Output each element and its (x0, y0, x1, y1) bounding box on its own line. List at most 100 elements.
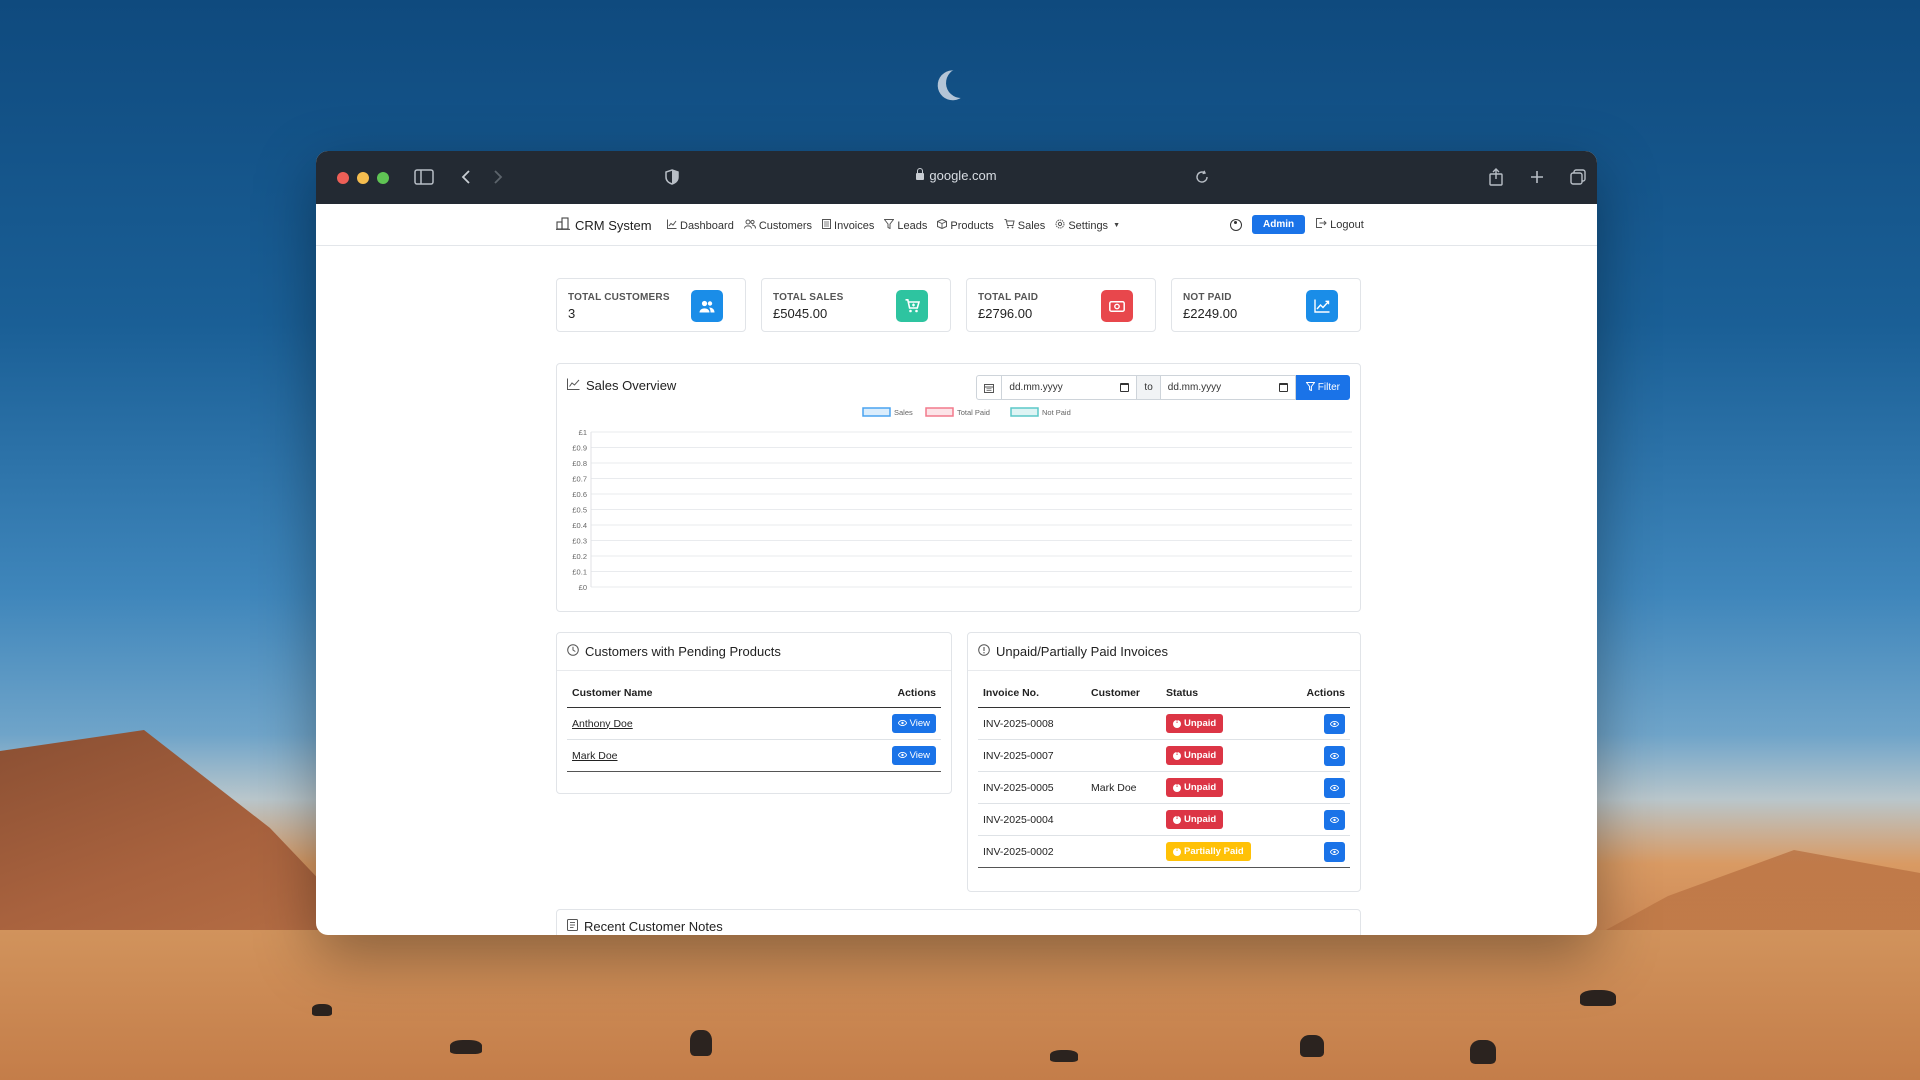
new-tab-icon[interactable] (1525, 165, 1549, 189)
admin-badge[interactable]: Admin (1252, 215, 1306, 234)
actions-cell (1285, 771, 1350, 804)
nav-item-dashboard[interactable]: Dashboard (667, 219, 734, 232)
brand[interactable]: CRM System (556, 217, 652, 233)
table-row: INV-2025-0007 Unpaid (978, 739, 1350, 772)
to-label: to (1137, 375, 1161, 400)
box-icon (937, 218, 948, 232)
invoice-status-cell: Unpaid (1161, 771, 1286, 804)
browser-titlebar: google.com (316, 151, 1597, 204)
table-header-row: Invoice No. Customer Status Actions (978, 679, 1350, 708)
sales-chart: £0 £0.1 £0.2 £0.3 £0.4 £0.5 £0.6 £0.7 £0.8 £0.9 £1… (572, 407, 1352, 592)
table-row: INV-2025-0004 Unpaid (978, 803, 1350, 836)
date-to-placeholder: dd.mm.yyyy (1167, 382, 1222, 393)
y-tick-label: £0.8 (572, 459, 587, 468)
eye-icon (897, 718, 907, 729)
eye-icon (1329, 783, 1340, 793)
view-invoice-button[interactable] (1324, 777, 1345, 798)
address-bar[interactable]: google.com (316, 168, 1597, 183)
url-text: google.com (929, 168, 997, 183)
view-invoice-button[interactable] (1324, 809, 1345, 830)
y-tick-label: £0.4 (572, 521, 587, 530)
invoice-status-cell: Unpaid (1161, 739, 1286, 772)
panel-title: Recent Customer Notes (584, 919, 723, 934)
eye-icon (1329, 815, 1340, 825)
view-invoice-button[interactable] (1324, 841, 1345, 862)
unpaid-invoices-panel: Unpaid/Partially Paid Invoices Invoice N… (967, 632, 1361, 892)
eye-icon (1329, 847, 1340, 857)
notes-header: Recent Customer Notes (557, 910, 1360, 935)
date-to-input[interactable]: dd.mm.yyyy (1160, 375, 1296, 400)
table-row: INV-2025-0002 Partially Paid (978, 835, 1350, 868)
invoice-customer-cell (1086, 707, 1161, 740)
building-icon (556, 217, 570, 233)
pending-products-panel: Customers with Pending Products Customer… (556, 632, 952, 794)
logout-icon (1316, 218, 1327, 231)
customer-link[interactable]: Anthony Doe (572, 718, 633, 730)
nav-item-label: Dashboard (680, 219, 734, 232)
legend-item[interactable]: Sales (862, 407, 913, 417)
calendar-icon (976, 375, 1003, 400)
exclamation-circle-icon (1173, 718, 1181, 728)
legend-swatch (925, 407, 954, 417)
nav-item-label: Sales (1017, 219, 1046, 232)
y-tick-label: £0.3 (572, 537, 587, 546)
nav-item-settings[interactable]: Settings ▼ (1055, 219, 1120, 232)
legend-swatch (862, 407, 891, 417)
status-label: Unpaid (1184, 750, 1217, 761)
rock (690, 1030, 712, 1056)
status-label: Unpaid (1184, 718, 1217, 729)
people-icon (691, 290, 723, 322)
journal-icon (567, 919, 578, 934)
logout-link[interactable]: Logout (1316, 218, 1364, 231)
browser-window: google.com CRM System Dashboard Customer… (316, 151, 1597, 935)
customer-link[interactable]: Mark Doe (572, 750, 618, 762)
y-tick-label: £0.7 (572, 475, 587, 484)
y-tick-label: £0.2 (572, 552, 587, 561)
date-from-input[interactable]: dd.mm.yyyy (1002, 375, 1138, 400)
legend-item[interactable]: Total Paid (925, 407, 990, 417)
nav-item-customers[interactable]: Customers (743, 219, 813, 232)
nav-item-invoices[interactable]: Invoices (822, 219, 874, 232)
stat-label: TOTAL SALES (773, 292, 844, 303)
nav-item-label: Customers (758, 219, 813, 232)
brand-name: CRM System (575, 217, 652, 233)
nav-item-sales[interactable]: Sales (1004, 219, 1046, 232)
table-row: INV-2025-0008 Unpaid (978, 707, 1350, 740)
share-icon[interactable] (1484, 165, 1508, 189)
filter-button[interactable]: Filter (1295, 375, 1350, 400)
stat-card-total-paid: TOTAL PAID £2796.00 (966, 278, 1156, 332)
eye-icon (1329, 751, 1340, 761)
eye-icon (1329, 719, 1340, 729)
tab-overview-icon[interactable] (1566, 165, 1590, 189)
view-button[interactable]: View (891, 714, 936, 733)
stat-card-not-paid: NOT PAID £2249.00 (1171, 278, 1361, 332)
reload-icon[interactable] (1190, 165, 1214, 189)
status-badge: Unpaid (1166, 746, 1224, 765)
chart-line-icon (667, 219, 677, 232)
nav-item-leads[interactable]: Leads (883, 219, 927, 232)
invoice-customer-cell (1086, 739, 1161, 772)
calendar-picker-icon[interactable] (1120, 383, 1130, 392)
exclamation-circle-icon (1173, 814, 1181, 824)
view-button[interactable]: View (891, 746, 936, 765)
panel-title: Sales Overview (586, 378, 677, 393)
view-invoice-button[interactable] (1324, 745, 1345, 766)
view-invoice-button[interactable] (1324, 713, 1345, 734)
nav-item-products[interactable]: Products (937, 218, 994, 232)
rock (450, 1040, 482, 1054)
legend-label: Not Paid (1042, 408, 1071, 417)
stat-card-total-sales: TOTAL SALES £5045.00 (761, 278, 951, 332)
legend-item[interactable]: Not Paid (1010, 407, 1071, 417)
chart-line-icon (567, 378, 580, 393)
invoices-header: Unpaid/Partially Paid Invoices (968, 633, 1360, 671)
pending-header: Customers with Pending Products (557, 633, 951, 671)
recent-notes-panel: Recent Customer Notes (556, 909, 1361, 935)
calendar-picker-icon[interactable] (1278, 383, 1288, 392)
actions-cell: View (800, 739, 941, 772)
invoice-no-cell: INV-2025-0007 (978, 739, 1086, 772)
view-label: View (909, 718, 930, 729)
actions-cell (1285, 803, 1350, 836)
funnel-icon (883, 219, 895, 232)
invoice-no-cell: INV-2025-0002 (978, 835, 1086, 868)
actions-cell (1285, 835, 1350, 868)
